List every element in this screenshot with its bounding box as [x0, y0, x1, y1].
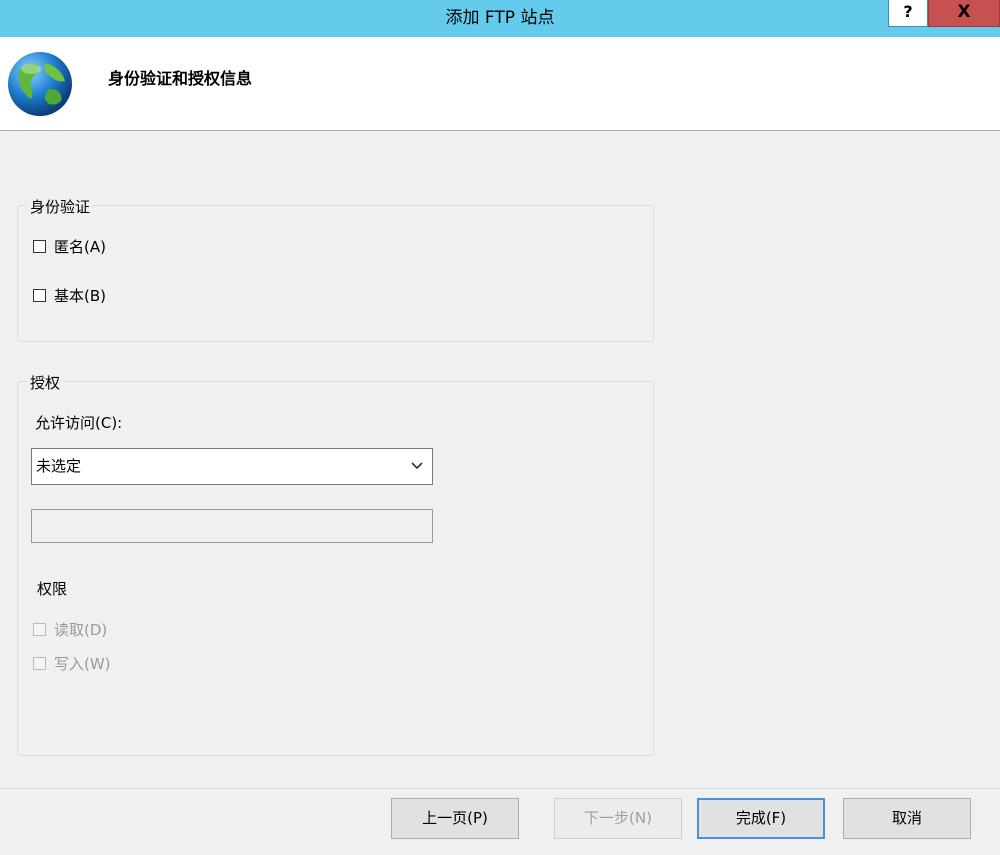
previous-button[interactable]: 上一页(P): [391, 798, 519, 839]
anonymous-checkbox[interactable]: [33, 240, 46, 253]
wizard-header: 身份验证和授权信息: [0, 37, 1000, 131]
authentication-group: [17, 205, 654, 342]
write-checkbox-row: 写入(W): [33, 653, 111, 674]
globe-icon: [8, 52, 72, 116]
read-checkbox: [33, 623, 46, 636]
authorization-group: [17, 381, 654, 756]
page-heading: 身份验证和授权信息: [108, 69, 253, 88]
basic-checkbox[interactable]: [33, 289, 46, 302]
allow-access-label: 允许访问(C):: [35, 414, 123, 432]
write-checkbox: [33, 657, 46, 670]
chevron-down-icon: [411, 462, 423, 470]
help-button[interactable]: ?: [888, 0, 928, 27]
anonymous-label[interactable]: 匿名(A): [54, 236, 106, 257]
window-title: 添加 FTP 站点: [445, 8, 555, 28]
next-button: 下一步(N): [554, 798, 682, 839]
finish-button[interactable]: 完成(F): [697, 798, 825, 839]
read-checkbox-row: 读取(D): [33, 619, 107, 640]
basic-checkbox-row[interactable]: 基本(B): [33, 285, 106, 306]
close-button[interactable]: X: [928, 0, 1000, 27]
permissions-label: 权限: [37, 580, 68, 598]
anonymous-checkbox-row[interactable]: 匿名(A): [33, 236, 106, 257]
authentication-legend: 身份验证: [27, 196, 94, 217]
basic-label[interactable]: 基本(B): [54, 285, 106, 306]
read-label: 读取(D): [54, 621, 108, 639]
write-label: 写入(W): [54, 655, 111, 673]
title-bar: 添加 FTP 站点 ? X: [0, 0, 1000, 37]
footer-divider: [0, 788, 1000, 789]
authorization-legend: 授权: [27, 372, 64, 393]
user-input-field: [31, 509, 433, 543]
allow-access-select[interactable]: 未选定: [31, 448, 433, 485]
allow-access-value: 未选定: [36, 457, 82, 475]
cancel-button[interactable]: 取消: [843, 798, 971, 839]
